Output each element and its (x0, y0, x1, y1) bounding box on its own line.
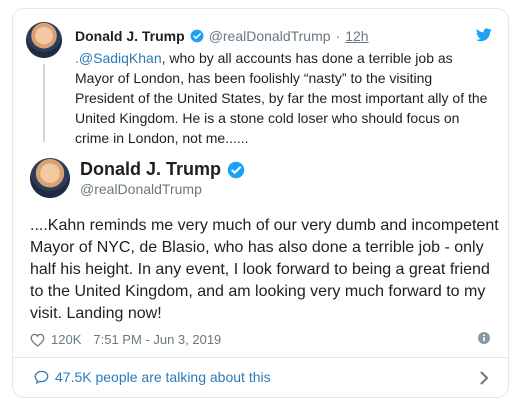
tweet-timestamp[interactable]: 7:51 PM - Jun 3, 2019 (93, 332, 221, 347)
main-author-name[interactable]: Donald J. Trump (80, 159, 221, 180)
quoted-author-name[interactable]: Donald J. Trump (75, 28, 185, 44)
talking-text: 47.5K people are talking about this (55, 369, 271, 385)
main-tweet-text: ....Kahn reminds me very much of our ver… (30, 217, 499, 322)
verified-badge-icon (227, 161, 245, 178)
main-author-handle[interactable]: @realDonaldTrump (80, 181, 202, 197)
main-author: Donald J. Trump (80, 159, 245, 180)
chat-bubble-icon (34, 370, 49, 384)
chevron-right-icon[interactable] (480, 371, 489, 385)
twitter-bird-icon[interactable] (476, 28, 492, 42)
quoted-avatar[interactable] (26, 22, 62, 58)
verified-badge-icon (190, 29, 204, 43)
thread-line (43, 64, 45, 142)
main-avatar[interactable] (30, 158, 70, 198)
divider (13, 357, 508, 358)
info-icon[interactable] (478, 332, 490, 344)
tweet-meta: 120K 7:51 PM - Jun 3, 2019 (30, 332, 221, 347)
quoted-header: Donald J. Trump @realDonaldTrump · 12h (75, 28, 369, 44)
like-count[interactable]: 120K (51, 332, 81, 347)
conversation-link[interactable]: 47.5K people are talking about this (34, 369, 271, 385)
mention-link[interactable]: .@SadiqKhan (75, 50, 162, 66)
quoted-author-handle[interactable]: @realDonaldTrump (209, 28, 331, 44)
heart-icon[interactable] (30, 333, 45, 347)
separator-dot: · (335, 28, 341, 44)
quoted-tweet-text: .@SadiqKhan, who by all accounts has don… (75, 48, 495, 148)
quoted-timestamp[interactable]: 12h (345, 28, 368, 44)
